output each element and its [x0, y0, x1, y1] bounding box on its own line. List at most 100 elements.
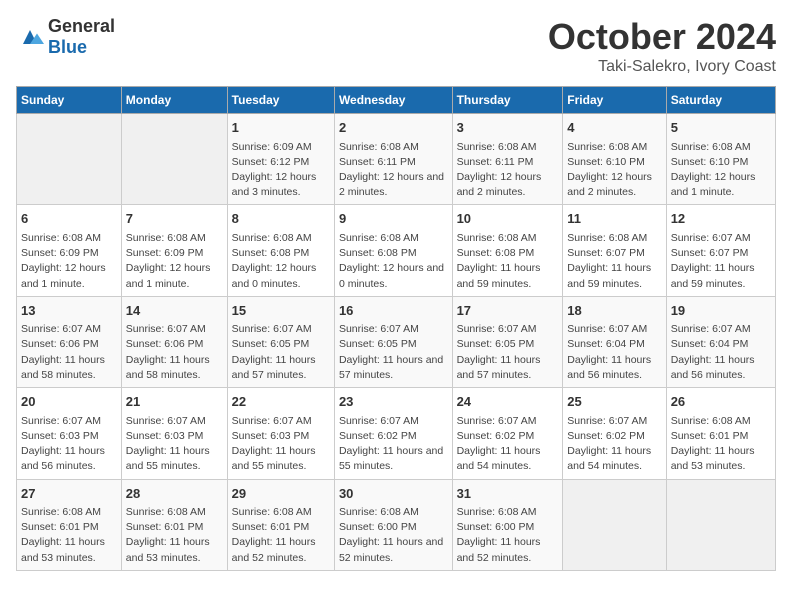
day-number: 13 [21, 301, 117, 321]
cell-details: Sunrise: 6:08 AM Sunset: 6:10 PM Dayligh… [671, 140, 771, 201]
calendar-week-row: 13Sunrise: 6:07 AM Sunset: 6:06 PM Dayli… [17, 296, 776, 387]
day-number: 15 [232, 301, 330, 321]
calendar-cell: 20Sunrise: 6:07 AM Sunset: 6:03 PM Dayli… [17, 388, 122, 479]
calendar-cell: 7Sunrise: 6:08 AM Sunset: 6:09 PM Daylig… [121, 205, 227, 296]
cell-details: Sunrise: 6:07 AM Sunset: 6:04 PM Dayligh… [671, 322, 771, 383]
calendar-cell: 25Sunrise: 6:07 AM Sunset: 6:02 PM Dayli… [563, 388, 666, 479]
day-number: 28 [126, 484, 223, 504]
calendar-cell: 26Sunrise: 6:08 AM Sunset: 6:01 PM Dayli… [666, 388, 775, 479]
calendar-cell: 16Sunrise: 6:07 AM Sunset: 6:05 PM Dayli… [334, 296, 452, 387]
calendar-cell: 12Sunrise: 6:07 AM Sunset: 6:07 PM Dayli… [666, 205, 775, 296]
calendar-cell [666, 479, 775, 570]
calendar-cell: 15Sunrise: 6:07 AM Sunset: 6:05 PM Dayli… [227, 296, 334, 387]
day-number: 30 [339, 484, 448, 504]
calendar-cell: 24Sunrise: 6:07 AM Sunset: 6:02 PM Dayli… [452, 388, 563, 479]
day-number: 9 [339, 209, 448, 229]
calendar-cell [17, 114, 122, 205]
day-number: 19 [671, 301, 771, 321]
cell-details: Sunrise: 6:09 AM Sunset: 6:12 PM Dayligh… [232, 140, 330, 201]
day-number: 1 [232, 118, 330, 138]
calendar-cell [121, 114, 227, 205]
day-number: 5 [671, 118, 771, 138]
cell-details: Sunrise: 6:07 AM Sunset: 6:05 PM Dayligh… [457, 322, 559, 383]
calendar-cell: 6Sunrise: 6:08 AM Sunset: 6:09 PM Daylig… [17, 205, 122, 296]
logo-general: General [48, 16, 115, 37]
day-number: 24 [457, 392, 559, 412]
calendar-cell: 17Sunrise: 6:07 AM Sunset: 6:05 PM Dayli… [452, 296, 563, 387]
cell-details: Sunrise: 6:07 AM Sunset: 6:02 PM Dayligh… [457, 414, 559, 475]
calendar-cell: 3Sunrise: 6:08 AM Sunset: 6:11 PM Daylig… [452, 114, 563, 205]
cell-details: Sunrise: 6:07 AM Sunset: 6:05 PM Dayligh… [339, 322, 448, 383]
day-number: 29 [232, 484, 330, 504]
cell-details: Sunrise: 6:08 AM Sunset: 6:01 PM Dayligh… [671, 414, 771, 475]
calendar-cell: 5Sunrise: 6:08 AM Sunset: 6:10 PM Daylig… [666, 114, 775, 205]
calendar-cell: 29Sunrise: 6:08 AM Sunset: 6:01 PM Dayli… [227, 479, 334, 570]
calendar-week-row: 20Sunrise: 6:07 AM Sunset: 6:03 PM Dayli… [17, 388, 776, 479]
calendar-cell: 4Sunrise: 6:08 AM Sunset: 6:10 PM Daylig… [563, 114, 666, 205]
day-number: 26 [671, 392, 771, 412]
weekday-header-tuesday: Tuesday [227, 87, 334, 114]
cell-details: Sunrise: 6:08 AM Sunset: 6:11 PM Dayligh… [457, 140, 559, 201]
header: General Blue October 2024 Taki-Salekro, … [16, 16, 776, 76]
logo: General Blue [16, 16, 115, 58]
logo-icon [16, 23, 44, 51]
day-number: 25 [567, 392, 661, 412]
day-number: 23 [339, 392, 448, 412]
day-number: 21 [126, 392, 223, 412]
cell-details: Sunrise: 6:08 AM Sunset: 6:10 PM Dayligh… [567, 140, 661, 201]
title-area: October 2024 Taki-Salekro, Ivory Coast [548, 16, 776, 76]
cell-details: Sunrise: 6:08 AM Sunset: 6:11 PM Dayligh… [339, 140, 448, 201]
day-number: 31 [457, 484, 559, 504]
calendar-cell: 2Sunrise: 6:08 AM Sunset: 6:11 PM Daylig… [334, 114, 452, 205]
weekday-header-friday: Friday [563, 87, 666, 114]
day-number: 6 [21, 209, 117, 229]
day-number: 10 [457, 209, 559, 229]
calendar-cell: 9Sunrise: 6:08 AM Sunset: 6:08 PM Daylig… [334, 205, 452, 296]
weekday-header-wednesday: Wednesday [334, 87, 452, 114]
cell-details: Sunrise: 6:08 AM Sunset: 6:08 PM Dayligh… [457, 231, 559, 292]
weekday-header-saturday: Saturday [666, 87, 775, 114]
calendar-cell: 21Sunrise: 6:07 AM Sunset: 6:03 PM Dayli… [121, 388, 227, 479]
calendar-cell: 30Sunrise: 6:08 AM Sunset: 6:00 PM Dayli… [334, 479, 452, 570]
cell-details: Sunrise: 6:08 AM Sunset: 6:01 PM Dayligh… [126, 505, 223, 566]
cell-details: Sunrise: 6:07 AM Sunset: 6:06 PM Dayligh… [21, 322, 117, 383]
calendar-cell: 1Sunrise: 6:09 AM Sunset: 6:12 PM Daylig… [227, 114, 334, 205]
calendar-cell: 23Sunrise: 6:07 AM Sunset: 6:02 PM Dayli… [334, 388, 452, 479]
weekday-header-thursday: Thursday [452, 87, 563, 114]
day-number: 4 [567, 118, 661, 138]
weekday-header-monday: Monday [121, 87, 227, 114]
month-title: October 2024 [548, 16, 776, 58]
logo-blue: Blue [48, 37, 115, 58]
calendar-week-row: 1Sunrise: 6:09 AM Sunset: 6:12 PM Daylig… [17, 114, 776, 205]
cell-details: Sunrise: 6:07 AM Sunset: 6:06 PM Dayligh… [126, 322, 223, 383]
day-number: 27 [21, 484, 117, 504]
weekday-header-sunday: Sunday [17, 87, 122, 114]
calendar-cell: 31Sunrise: 6:08 AM Sunset: 6:00 PM Dayli… [452, 479, 563, 570]
cell-details: Sunrise: 6:08 AM Sunset: 6:00 PM Dayligh… [457, 505, 559, 566]
calendar-cell: 28Sunrise: 6:08 AM Sunset: 6:01 PM Dayli… [121, 479, 227, 570]
cell-details: Sunrise: 6:08 AM Sunset: 6:09 PM Dayligh… [21, 231, 117, 292]
calendar-cell: 10Sunrise: 6:08 AM Sunset: 6:08 PM Dayli… [452, 205, 563, 296]
cell-details: Sunrise: 6:07 AM Sunset: 6:02 PM Dayligh… [567, 414, 661, 475]
cell-details: Sunrise: 6:08 AM Sunset: 6:08 PM Dayligh… [232, 231, 330, 292]
day-number: 22 [232, 392, 330, 412]
cell-details: Sunrise: 6:07 AM Sunset: 6:04 PM Dayligh… [567, 322, 661, 383]
cell-details: Sunrise: 6:07 AM Sunset: 6:05 PM Dayligh… [232, 322, 330, 383]
cell-details: Sunrise: 6:07 AM Sunset: 6:03 PM Dayligh… [126, 414, 223, 475]
day-number: 18 [567, 301, 661, 321]
calendar-cell: 19Sunrise: 6:07 AM Sunset: 6:04 PM Dayli… [666, 296, 775, 387]
cell-details: Sunrise: 6:07 AM Sunset: 6:02 PM Dayligh… [339, 414, 448, 475]
location-title: Taki-Salekro, Ivory Coast [548, 58, 776, 76]
calendar-cell: 8Sunrise: 6:08 AM Sunset: 6:08 PM Daylig… [227, 205, 334, 296]
calendar-table: SundayMondayTuesdayWednesdayThursdayFrid… [16, 86, 776, 571]
cell-details: Sunrise: 6:08 AM Sunset: 6:00 PM Dayligh… [339, 505, 448, 566]
day-number: 17 [457, 301, 559, 321]
cell-details: Sunrise: 6:07 AM Sunset: 6:03 PM Dayligh… [232, 414, 330, 475]
calendar-cell: 27Sunrise: 6:08 AM Sunset: 6:01 PM Dayli… [17, 479, 122, 570]
calendar-cell [563, 479, 666, 570]
calendar-cell: 18Sunrise: 6:07 AM Sunset: 6:04 PM Dayli… [563, 296, 666, 387]
calendar-week-row: 6Sunrise: 6:08 AM Sunset: 6:09 PM Daylig… [17, 205, 776, 296]
calendar-cell: 13Sunrise: 6:07 AM Sunset: 6:06 PM Dayli… [17, 296, 122, 387]
day-number: 3 [457, 118, 559, 138]
day-number: 8 [232, 209, 330, 229]
